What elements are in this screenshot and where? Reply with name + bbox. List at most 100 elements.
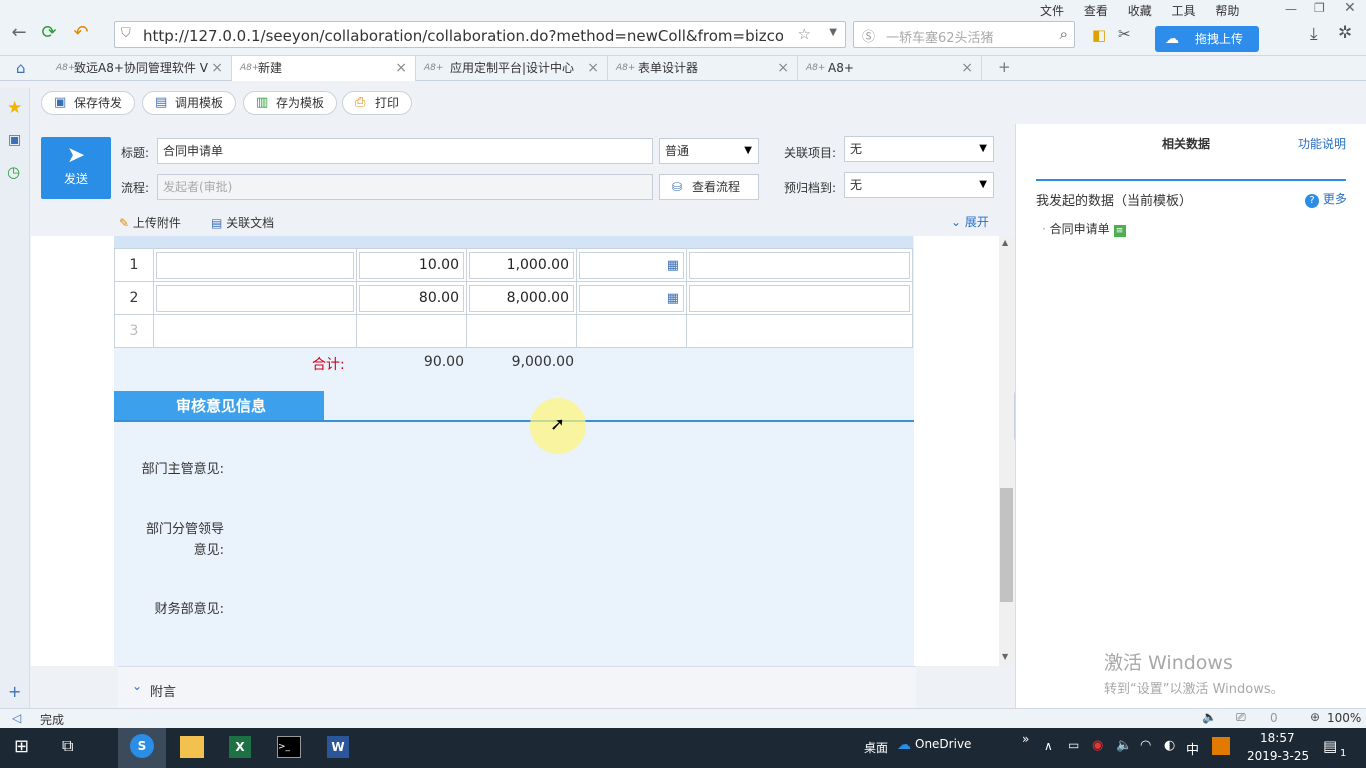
drag-upload-button[interactable]: ☁ 拖拽上传 (1155, 26, 1259, 52)
favorites-star-icon[interactable]: ★ (7, 98, 22, 118)
antivirus-icon[interactable]: ◉ (1092, 738, 1103, 753)
calendar-icon[interactable]: ▦ (667, 291, 679, 306)
remark-input[interactable] (689, 284, 910, 312)
maximize-icon[interactable]: ❐ (1314, 1, 1325, 15)
url-text[interactable]: http://127.0.0.1/seeyon/collaboration/co… (143, 27, 783, 45)
zoom-level[interactable]: 100% (1327, 711, 1361, 725)
word-icon[interactable]: W (327, 736, 349, 758)
home-icon[interactable]: ⌂ (16, 59, 26, 77)
address-bar[interactable]: ⛉ http://127.0.0.1/seeyon/collaboration/… (114, 21, 846, 48)
tab-close-icon[interactable]: × (587, 56, 599, 81)
tab-app-platform[interactable]: A8+ 应用定制平台|设计中心 × (416, 56, 608, 81)
ime-indicator[interactable]: 中 (1186, 739, 1199, 758)
related-doc-button[interactable]: ▤ 关联文档 (211, 214, 274, 231)
refresh-icon[interactable]: ⟳ (38, 22, 60, 44)
browser-taskbar-button[interactable]: S (118, 728, 166, 768)
chevron-up-icon[interactable]: ∧ (1044, 739, 1053, 753)
qty-input[interactable]: 80.00 (359, 284, 464, 312)
windows-start-icon[interactable]: ⊞ (14, 736, 29, 757)
item-input[interactable] (156, 284, 354, 312)
menu-file[interactable]: 文件 (1040, 4, 1064, 18)
remark-input[interactable] (689, 251, 910, 279)
tab-close-icon[interactable]: × (395, 56, 407, 81)
print-button[interactable]: ⎙ 打印 (342, 91, 412, 115)
menu-help[interactable]: 帮助 (1215, 4, 1239, 18)
notification-icon[interactable]: ▤ (1323, 737, 1337, 755)
download-icon[interactable]: ⤓ (1310, 24, 1318, 44)
vertical-scrollbar[interactable]: ▲ ▼ (999, 236, 1014, 666)
clock-date[interactable]: 2019-3-25 (1247, 749, 1309, 763)
menu-tools[interactable]: 工具 (1172, 4, 1196, 18)
empty-cell[interactable] (686, 314, 913, 348)
tab-close-icon[interactable]: × (961, 56, 973, 81)
add-icon[interactable]: + (8, 682, 21, 701)
qty-input[interactable]: 10.00 (359, 251, 464, 279)
scissors-icon[interactable]: ✂ (1118, 25, 1131, 43)
search-icon[interactable]: ⌕ (1060, 25, 1068, 43)
item-input[interactable] (156, 251, 354, 279)
onedrive-icon[interactable]: ☁ (897, 737, 911, 753)
related-project-select[interactable]: 无 ▼ (844, 136, 994, 162)
dropdown-icon[interactable]: ▼ (829, 27, 837, 38)
priority-select[interactable]: 普通 ▼ (659, 138, 759, 164)
task-view-icon[interactable]: ⧉ (62, 736, 73, 756)
onedrive-label[interactable]: OneDrive (915, 737, 971, 751)
minimize-icon[interactable]: — (1285, 2, 1297, 16)
qq-icon[interactable]: ◐ (1164, 738, 1175, 753)
data-item[interactable]: · 合同申请单 ≡ (1042, 220, 1126, 237)
scroll-down-icon[interactable]: ▼ (1002, 652, 1008, 661)
app-tray-icon[interactable] (1212, 737, 1230, 755)
sidebar-toggle-icon[interactable]: ◁ (12, 711, 21, 725)
scroll-up-icon[interactable]: ▲ (1002, 238, 1008, 247)
expand-button[interactable]: ⌄ 展开 (951, 213, 989, 230)
reader-icon[interactable]: ▣ (8, 132, 21, 148)
terminal-icon[interactable]: >_ (277, 736, 301, 758)
zoom-icon[interactable]: ⊕ (1310, 710, 1320, 724)
volume-icon[interactable]: 🔈 (1116, 738, 1132, 753)
flow-input[interactable]: 发起者(审批) (157, 174, 653, 200)
search-box[interactable]: Ⓢ 一轿车塞62头活猪 ⌕ (853, 21, 1075, 48)
tab-close-icon[interactable]: × (211, 56, 223, 81)
file-explorer-icon[interactable] (180, 736, 204, 758)
desktop-toolbar[interactable]: 桌面 (864, 739, 888, 756)
close-icon[interactable]: ✕ (1344, 0, 1356, 16)
send-button[interactable]: ➤ 发送 (41, 137, 111, 199)
view-flow-button[interactable]: ⛁ 查看流程 (659, 174, 759, 200)
overflow-icon[interactable]: » (1022, 732, 1029, 746)
calendar-icon[interactable]: ▦ (667, 258, 679, 273)
save-template-button[interactable]: ▥ 存为模板 (243, 91, 337, 115)
tab-a8[interactable]: A8+ A8+ × (798, 56, 982, 81)
archive-select[interactable]: 无 ▼ (844, 172, 994, 198)
amount-input[interactable]: 1,000.00 (469, 251, 574, 279)
help-link[interactable]: 功能说明 (1298, 135, 1346, 152)
star-icon[interactable]: ☆ (798, 25, 811, 43)
tab-new[interactable]: A8+ 新建 × (232, 56, 416, 81)
tab-form-designer[interactable]: A8+ 表单设计器 × (608, 56, 798, 81)
wifi-icon[interactable]: ◠ (1140, 738, 1151, 753)
use-template-button[interactable]: ▤ 调用模板 (142, 91, 236, 115)
postscript-bar[interactable]: ⌄ 附言 (118, 666, 916, 708)
menu-view[interactable]: 查看 (1084, 4, 1108, 18)
scroll-thumb[interactable] (1000, 488, 1013, 602)
screenshot-icon[interactable]: ⎚ (1236, 710, 1246, 725)
title-input[interactable]: 合同申请单 (157, 138, 653, 164)
menu-favorites[interactable]: 收藏 (1128, 4, 1152, 18)
speaker-icon[interactable]: 🔈 (1202, 710, 1217, 724)
excel-icon[interactable]: X (229, 736, 251, 758)
history-icon[interactable]: ◷ (7, 163, 20, 181)
empty-cell[interactable] (153, 314, 357, 348)
settings-icon[interactable]: ✲ (1338, 23, 1352, 43)
empty-cell[interactable] (356, 314, 467, 348)
back-icon[interactable]: ← (8, 22, 30, 44)
date-input[interactable]: ▦ (579, 251, 684, 279)
more-link[interactable]: ? 更多 (1305, 190, 1347, 208)
clock-time[interactable]: 18:57 (1260, 731, 1295, 745)
undo-icon[interactable]: ↶ (70, 22, 92, 44)
save-draft-button[interactable]: ▣ 保存待发 (41, 91, 135, 115)
new-tab-icon[interactable]: + (998, 58, 1011, 76)
upload-attachment-button[interactable]: ✎ 上传附件 (119, 214, 181, 231)
date-input[interactable]: ▦ (579, 284, 684, 312)
extension-icon[interactable]: ◧ (1092, 26, 1106, 44)
tab-zhiyuan[interactable]: A8+ 致远A8+协同管理软件 V × (48, 56, 232, 81)
empty-cell[interactable] (466, 314, 577, 348)
